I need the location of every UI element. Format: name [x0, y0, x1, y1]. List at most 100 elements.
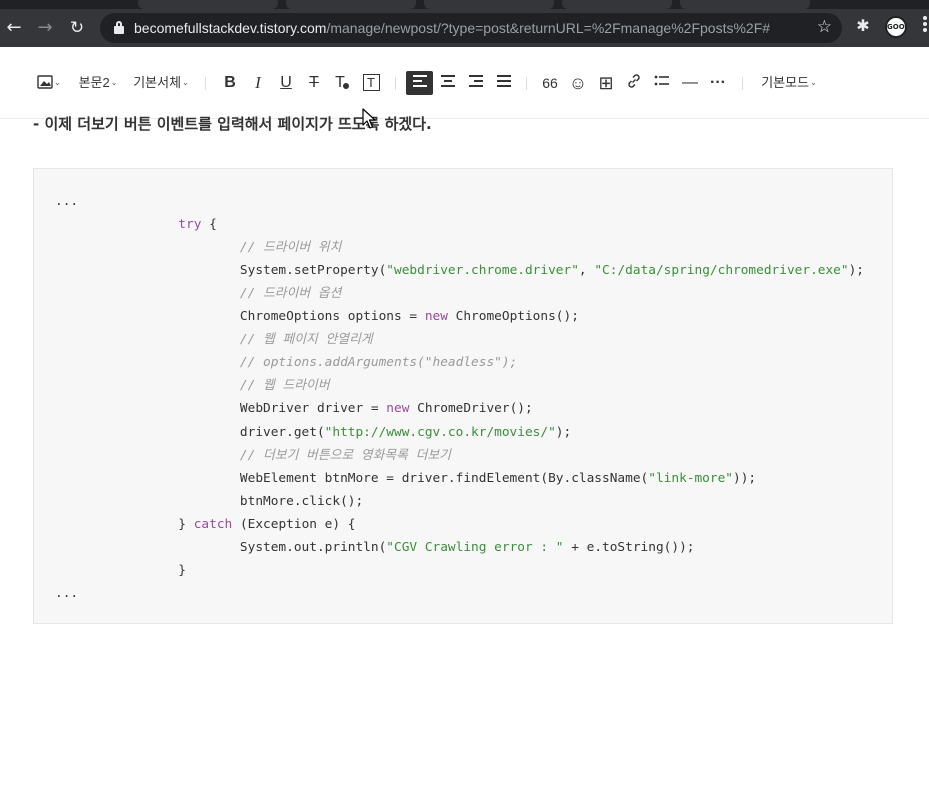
browser-tab[interactable]: [424, 0, 554, 9]
code-line: System.setProperty("webdriver.chrome.dri…: [55, 259, 864, 282]
kebab-menu-icon[interactable]: [920, 14, 929, 38]
divider-button[interactable]: —: [678, 71, 702, 95]
image-insert-button[interactable]: ⌄: [34, 71, 64, 95]
text-color-button[interactable]: T: [330, 71, 354, 95]
more-button[interactable]: ···: [706, 71, 730, 95]
code-line: // 웹 드라이버: [55, 374, 330, 397]
paragraph-style-dropdown[interactable]: 본문2⌄: [76, 71, 120, 95]
forward-arrow-icon[interactable]: →: [34, 17, 56, 39]
link-button[interactable]: [622, 71, 646, 95]
browser-tab[interactable]: [286, 0, 416, 9]
code-block[interactable]: ... try { // 드라이버 위치 System.setProperty(…: [33, 168, 893, 624]
code-token: // 웹 페이지 안열리게: [239, 332, 373, 348]
url-text[interactable]: becomefullstackdev.tistory.com/manage/ne…: [134, 20, 770, 36]
code-token: WebDriver driver =: [239, 401, 387, 417]
code-token: driver.get(: [239, 424, 325, 440]
code-token: ChromeOptions options =: [239, 309, 425, 325]
image-icon: [37, 75, 53, 89]
code-line: ...: [55, 582, 78, 605]
code-line: ...: [55, 190, 78, 213]
code-line: // 웹 페이지 안열리게: [55, 328, 373, 351]
puzzle-icon[interactable]: ✱: [854, 17, 872, 35]
browser-tab[interactable]: [562, 0, 672, 9]
emoji-button[interactable]: ☺: [566, 71, 590, 95]
code-token: new: [386, 401, 410, 417]
code-line: try {: [55, 213, 217, 236]
code-token: ChromeDriver();: [409, 401, 533, 417]
align-right-button[interactable]: [464, 71, 488, 95]
bold-button[interactable]: B: [218, 71, 242, 95]
code-token: ));: [733, 470, 757, 486]
code-token: // 드라이버 위치: [239, 240, 342, 256]
code-token: System.out.println(: [239, 539, 387, 555]
browser-address-bar: ← → ↻ becomefullstackdev.tistory.com/man…: [0, 9, 929, 47]
lock-icon[interactable]: [114, 21, 124, 34]
code-token: "CGV Crawling error : ": [386, 539, 564, 555]
code-token: {: [201, 217, 217, 233]
toolbar-divider: [395, 77, 396, 90]
url-bar[interactable]: becomefullstackdev.tistory.com/manage/ne…: [100, 13, 842, 43]
code-line: // 드라이버 옵션: [55, 282, 341, 305]
italic-button[interactable]: I: [246, 71, 270, 95]
code-line: } catch (Exception e) {: [55, 513, 355, 536]
code-line: // options.addArguments("headless");: [55, 351, 517, 374]
code-line: WebDriver driver = new ChromeDriver();: [55, 397, 533, 420]
align-center-button[interactable]: [436, 71, 460, 95]
code-token: "http://www.cgv.co.kr/movies/": [324, 424, 556, 440]
code-token: "link-more": [648, 470, 733, 486]
back-arrow-icon[interactable]: ←: [3, 17, 25, 39]
align-justify-button[interactable]: [492, 71, 516, 95]
editor-mode-label: 기본모드: [761, 75, 810, 90]
code-token: // 드라이버 옵션: [239, 286, 342, 302]
align-right-icon: [469, 75, 483, 88]
reload-icon[interactable]: ↻: [66, 17, 88, 39]
profile-label: GOOD: [887, 23, 905, 31]
code-token: WebElement btnMore = driver.findElement(…: [239, 470, 649, 486]
code-line: ChromeOptions options = new ChromeOption…: [55, 305, 579, 328]
font-family-label: 기본서체: [133, 75, 182, 90]
star-icon[interactable]: ☆: [817, 17, 832, 37]
url-path: /manage/newpost/?type=post&returnURL=%2F…: [326, 20, 771, 36]
bullet-list-button[interactable]: [650, 71, 674, 95]
code-line: driver.get("http://www.cgv.co.kr/movies/…: [55, 421, 571, 444]
browser-tab[interactable]: [138, 0, 278, 9]
code-token: // 웹 드라이버: [239, 378, 330, 394]
quote-button[interactable]: 66: [538, 71, 562, 95]
font-family-dropdown[interactable]: 기본서체⌄: [131, 71, 191, 95]
code-line: // 드라이버 위치: [55, 236, 341, 259]
code-token: );: [555, 424, 572, 440]
code-token: // options.addArguments("headless");: [239, 355, 518, 371]
code-token: ,: [578, 263, 595, 279]
table-button[interactable]: ⊞: [594, 71, 618, 95]
code-token: catch: [193, 516, 233, 532]
text-background-button[interactable]: T: [359, 71, 383, 95]
toolbar-divider: [205, 77, 206, 90]
strikethrough-button[interactable]: T: [302, 71, 326, 95]
code-token: ChromeOptions();: [447, 309, 579, 325]
code-token: try: [178, 217, 202, 233]
link-icon: [628, 74, 640, 88]
align-left-icon: [412, 75, 427, 88]
code-token: );: [848, 263, 865, 279]
editor-mode-dropdown[interactable]: 기본모드⌄: [758, 71, 820, 95]
underline-button[interactable]: U: [274, 71, 298, 95]
align-left-button[interactable]: [406, 71, 433, 95]
profile-avatar[interactable]: GOOD: [885, 16, 907, 38]
browser-tab[interactable]: [680, 0, 810, 9]
align-center-icon: [441, 75, 455, 88]
paragraph-style-label: 본문2: [78, 75, 110, 90]
align-justify-icon: [497, 75, 511, 88]
code-line: }: [55, 559, 186, 582]
code-token: ...: [55, 585, 79, 601]
